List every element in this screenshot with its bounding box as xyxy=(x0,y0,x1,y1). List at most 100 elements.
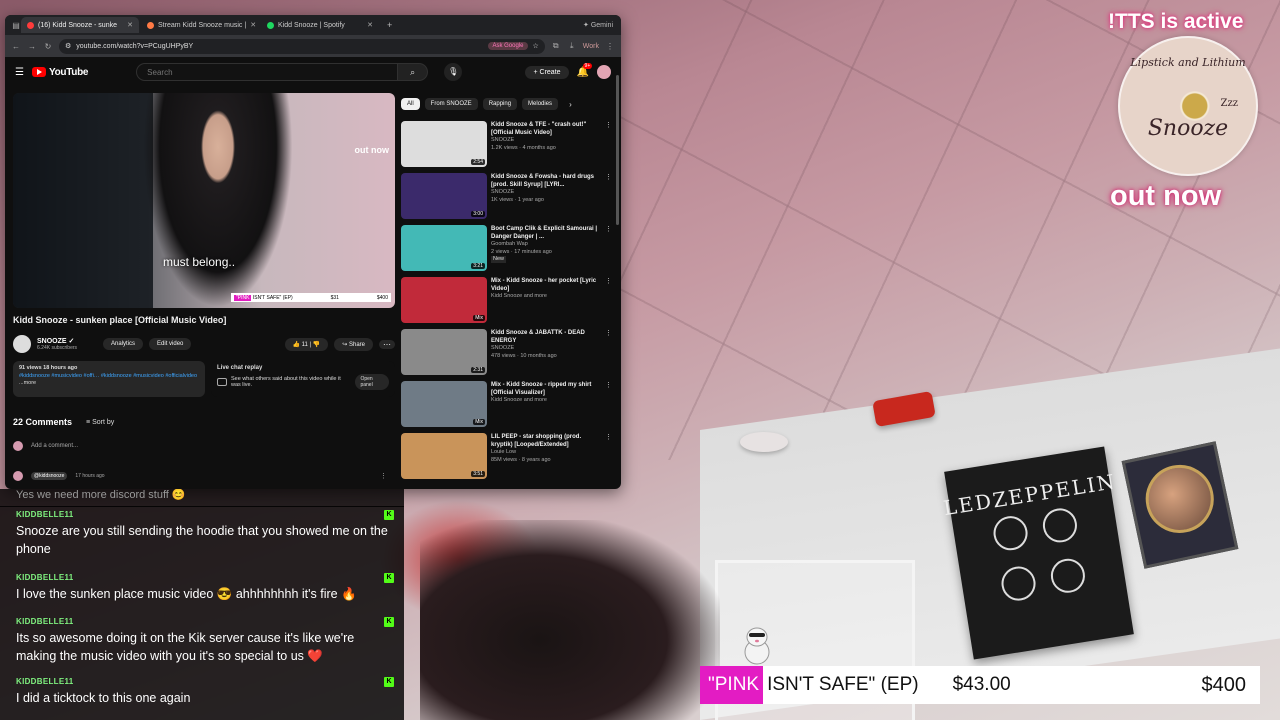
close-icon[interactable]: ✕ xyxy=(250,21,256,29)
menu-kebab-icon[interactable]: ⋮ xyxy=(605,277,613,329)
recommendation-item[interactable]: Mix Mix - Kidd Snooze - her pocket [Lyric… xyxy=(401,277,613,329)
video-title: Kidd Snooze - sunken place [Official Mus… xyxy=(13,315,227,325)
sort-by-button[interactable]: ≡ Sort by xyxy=(86,419,114,426)
recommendation-channel[interactable]: SNOOZE xyxy=(491,137,601,144)
close-icon[interactable]: ✕ xyxy=(367,21,373,29)
add-comment-row[interactable]: Add a comment... xyxy=(13,441,78,451)
notifications-bell-icon[interactable]: 🔔 9+ xyxy=(577,62,593,78)
photo-portrait xyxy=(1139,458,1221,540)
channel-name[interactable]: SNOOZE ✓ xyxy=(37,337,77,345)
comment-menu-icon[interactable]: ⋮ xyxy=(380,472,387,480)
recommendation-item[interactable]: 3:21 Boot Camp Clik & Explicit Samourai |… xyxy=(401,225,613,277)
menu-kebab-icon[interactable]: ⋮ xyxy=(605,42,615,51)
notification-count-badge: 9+ xyxy=(582,62,593,69)
recommendation-title[interactable]: Boot Camp Clik & Explicit Samourai | Dan… xyxy=(491,225,601,241)
menu-kebab-icon[interactable]: ⋮ xyxy=(605,329,613,381)
soundcloud-favicon-icon xyxy=(147,21,154,29)
video-thumbnail[interactable]: 2:54 xyxy=(401,121,487,167)
chip-from-snooze[interactable]: From SNOOZE xyxy=(424,98,478,110)
video-player[interactable]: must belong.. out now "PINK ISN'T SAFE" … xyxy=(13,93,395,308)
recommendation-channel[interactable]: SNOOZE xyxy=(491,189,601,196)
analytics-button[interactable]: Analytics xyxy=(103,338,144,350)
download-icon[interactable]: ⤓ xyxy=(567,41,577,51)
reload-icon[interactable]: ↻ xyxy=(43,42,53,51)
video-thumbnail[interactable]: Mix xyxy=(401,277,487,323)
open-panel-button[interactable]: Open panel xyxy=(355,374,389,390)
recommendation-item[interactable]: Mix Mix - Kidd Snooze - ripped my shirt [… xyxy=(401,381,613,433)
recommendation-item[interactable]: 3:51 LIL PEEP - star shopping (prod. kryp… xyxy=(401,433,613,485)
recommendation-item[interactable]: 3:00 Kidd Snooze & Fowsha - hard drugs [p… xyxy=(401,173,613,225)
menu-kebab-icon[interactable]: ⋮ xyxy=(605,121,613,173)
chip-melodies[interactable]: Melodies xyxy=(522,98,559,110)
address-bar[interactable]: ⚙ youtube.com/watch?v=PCugUHPyBY Ask Goo… xyxy=(59,38,545,54)
description-more[interactable]: ...more xyxy=(19,380,199,388)
chevron-right-icon[interactable]: › xyxy=(569,100,572,109)
menu-kebab-icon[interactable]: ⋮ xyxy=(605,381,613,433)
ask-google-button[interactable]: Ask Google xyxy=(488,42,528,50)
chat-cut-message: Yes we need more discord stuff 😊 xyxy=(0,489,404,507)
recommendation-title[interactable]: LIL PEEP - star shopping (prod. kryptik)… xyxy=(491,433,601,449)
forward-icon[interactable]: → xyxy=(27,42,37,51)
recommendation-channel[interactable]: Goombah Wap xyxy=(491,241,601,248)
tab-search-icon[interactable]: ▤ xyxy=(11,21,21,30)
comment-author[interactable]: @kiddsnooze xyxy=(31,472,68,480)
description-tags[interactable]: #kiddsnooze #musicvideo #offi… #kiddsnoo… xyxy=(19,373,199,381)
recommendation-item[interactable]: 2:31 Kidd Snooze & JABATTK - DEAD ENERGY S… xyxy=(401,329,613,381)
recommendation-title[interactable]: Mix - Kidd Snooze - her pocket [Lyric Vi… xyxy=(491,277,601,293)
recommendation-channel[interactable]: SNOOZE xyxy=(491,345,601,352)
video-thumbnail[interactable]: 2:31 xyxy=(401,329,487,375)
chat-username: KIDDBELLE11 xyxy=(16,677,74,686)
share-button[interactable]: ↪ Share xyxy=(334,337,373,351)
recommendation-title[interactable]: Kidd Snooze & JABATTK - DEAD ENERGY xyxy=(491,329,601,345)
recommendation-item[interactable]: 2:54 Kidd Snooze & TFE - "crash out!" [Of… xyxy=(401,121,613,173)
recommendation-channel[interactable]: Kidd Snooze and more xyxy=(491,293,601,300)
channel-avatar[interactable] xyxy=(13,335,31,353)
search-icon[interactable]: ⌕ xyxy=(398,63,429,81)
chat-text: Its so awesome doing it on the Kik serve… xyxy=(16,631,355,664)
site-info-icon[interactable]: ⚙ xyxy=(65,42,71,50)
youtube-logo[interactable]: YouTube xyxy=(31,67,88,78)
menu-kebab-icon[interactable]: ⋮ xyxy=(605,433,613,485)
video-thumbnail[interactable]: 3:21 xyxy=(401,225,487,271)
gemini-button[interactable]: ✦ Gemini xyxy=(583,21,613,29)
tab-youtube[interactable]: (16) Kidd Snooze - sunke ✕ xyxy=(21,17,139,33)
add-comment-input[interactable]: Add a comment... xyxy=(31,443,78,449)
extensions-icon[interactable]: ⧉ xyxy=(551,41,561,51)
sort-label: Sort by xyxy=(92,418,115,426)
close-icon[interactable]: ✕ xyxy=(127,21,133,29)
video-thumbnail[interactable]: 3:00 xyxy=(401,173,487,219)
thumbs-down-icon[interactable]: 👎 xyxy=(313,342,320,348)
scrollbar[interactable] xyxy=(616,75,619,225)
tab-spotify[interactable]: Kidd Snooze | Spotify ✕ xyxy=(261,17,379,33)
video-thumbnail[interactable]: Mix xyxy=(401,381,487,427)
microphone-icon[interactable]: 🎙 xyxy=(444,63,463,81)
video-person xyxy=(143,93,293,308)
search-input[interactable] xyxy=(136,63,399,81)
create-button[interactable]: + Create xyxy=(525,65,569,79)
recommendation-title[interactable]: Kidd Snooze & TFE - "crash out!" [Offici… xyxy=(491,121,601,137)
menu-kebab-icon[interactable]: ⋮ xyxy=(605,173,613,225)
video-thumbnail[interactable]: 3:51 xyxy=(401,433,487,479)
smoke-detector xyxy=(740,432,788,452)
edit-video-button[interactable]: Edit video xyxy=(149,338,192,350)
new-tab-button[interactable]: + xyxy=(381,20,398,30)
recommendation-channel[interactable]: Kidd Snooze and more xyxy=(491,397,601,404)
account-avatar[interactable] xyxy=(597,65,611,79)
recommendation-channel[interactable]: Louie Low xyxy=(491,449,601,456)
like-button[interactable]: 👍 11 | 👎 xyxy=(284,337,329,351)
poster-symbol-icon xyxy=(990,513,1030,553)
chip-all[interactable]: All xyxy=(401,98,420,110)
recommendation-title[interactable]: Kidd Snooze & Fowsha - hard drugs [prod.… xyxy=(491,173,601,189)
hamburger-menu-icon[interactable]: ☰ xyxy=(15,67,24,78)
more-actions-button[interactable]: ⋯ xyxy=(379,339,395,349)
thumbnail-duration: Mix xyxy=(473,419,485,425)
back-icon[interactable]: ← xyxy=(11,42,21,51)
menu-kebab-icon[interactable]: ⋮ xyxy=(605,225,613,277)
recommendation-title[interactable]: Mix - Kidd Snooze - ripped my shirt [Off… xyxy=(491,381,601,397)
bookmark-star-icon[interactable]: ☆ xyxy=(533,42,539,50)
tab-soundcloud[interactable]: Stream Kidd Snooze music | ✕ xyxy=(141,17,259,33)
chip-rapping[interactable]: Rapping xyxy=(482,98,518,110)
tab-label: (16) Kidd Snooze - sunke xyxy=(38,21,117,29)
description-box[interactable]: 91 views 18 hours ago #kiddsnooze #music… xyxy=(13,361,205,397)
profile-work-button[interactable]: Work xyxy=(583,43,599,50)
